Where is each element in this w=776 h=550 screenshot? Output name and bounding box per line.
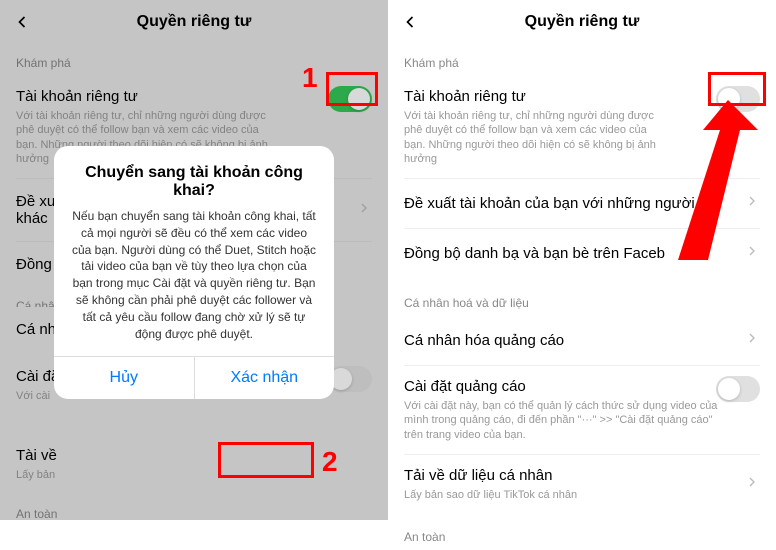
section-discover: Khám phá — [388, 44, 776, 76]
modal-confirm-button[interactable]: Xác nhận — [195, 357, 335, 399]
sync-facebook-row[interactable]: Đồng bộ danh bạ và bạn bè trên Faceb — [388, 229, 776, 278]
header: Quyền riêng tư — [388, 0, 776, 44]
personalize-ads-row[interactable]: Cá nhân hóa quảng cáo — [388, 316, 776, 365]
chevron-right-icon — [744, 193, 760, 214]
ad-settings-row: Cài đặt quảng cáo Với cài đặt này, bạn c… — [388, 366, 776, 454]
modal-cancel-button[interactable]: Hủy — [54, 357, 195, 399]
modal-title: Chuyển sang tài khoản công khai? — [70, 164, 318, 200]
private-account-title: Tài khoản riêng tư — [404, 88, 696, 105]
private-account-row: Tài khoản riêng tư Với tài khoản riêng t… — [388, 76, 776, 178]
chevron-right-icon — [744, 243, 760, 264]
download-data-row[interactable]: Tải về dữ liệu cá nhân Lấy bản sao dữ li… — [388, 455, 776, 514]
modal-body: Nếu bạn chuyển sang tài khoản công khai,… — [70, 208, 318, 342]
chevron-right-icon — [744, 330, 760, 351]
confirm-modal: Chuyển sang tài khoản công khai? Nếu bạn… — [54, 146, 334, 399]
chevron-right-icon — [744, 474, 760, 495]
back-button[interactable] — [400, 12, 420, 37]
section-personalize: Cá nhân hoá và dữ liệu — [388, 278, 776, 316]
private-account-desc: Với tài khoản riêng tư, chỉ những người … — [404, 109, 696, 166]
private-account-toggle[interactable] — [716, 86, 760, 112]
suggest-account-row[interactable]: Đề xuất tài khoản của bạn với những ngườ… — [388, 179, 776, 228]
ad-settings-toggle[interactable] — [716, 376, 760, 402]
page-title: Quyền riêng tư — [525, 13, 640, 31]
